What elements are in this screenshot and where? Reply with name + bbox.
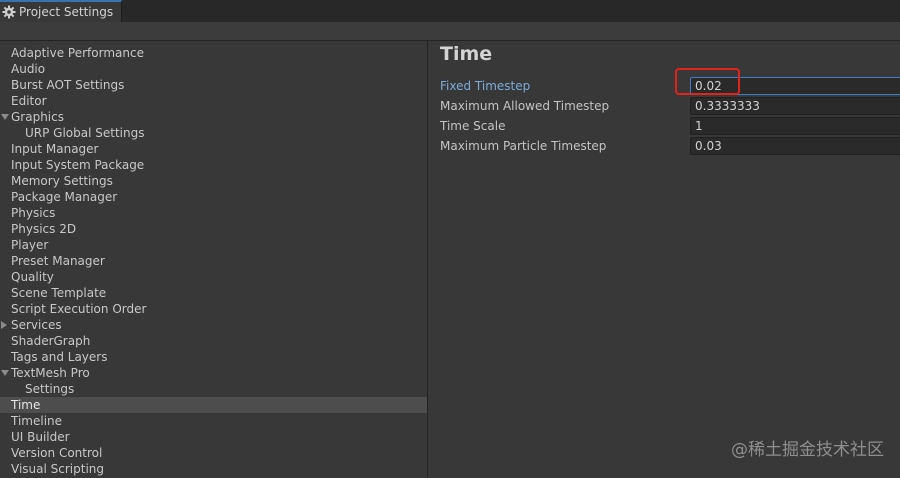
sidebar-item-label: Package Manager	[11, 190, 118, 204]
sidebar-item-label: Time	[11, 398, 41, 412]
sidebar-item-input-manager[interactable]: Input Manager	[0, 141, 427, 157]
sidebar-item-input-system-package[interactable]: Input System Package	[0, 157, 427, 173]
sidebar-item-physics-2d[interactable]: Physics 2D	[0, 221, 427, 237]
sidebar-item-settings[interactable]: Settings	[0, 381, 427, 397]
sidebar-item-label: ShaderGraph	[11, 334, 91, 348]
sidebar-item-shadergraph[interactable]: ShaderGraph	[0, 333, 427, 349]
sidebar-item-label: Script Execution Order	[11, 302, 147, 316]
sidebar-item-label: Burst AOT Settings	[11, 78, 125, 92]
sidebar-item-player[interactable]: Player	[0, 237, 427, 253]
sidebar-item-label: Memory Settings	[11, 174, 113, 188]
sidebar-item-label: Visual Scripting	[11, 462, 104, 476]
sidebar-item-label: Input System Package	[11, 158, 145, 172]
sidebar-item-label: Services	[11, 318, 62, 332]
maximum-particle-timestep-label: Maximum Particle Timestep	[440, 139, 607, 153]
tab-bar: Project Settings	[0, 0, 900, 23]
sidebar-item-label: Preset Manager	[11, 254, 105, 268]
settings-sidebar: Adaptive Performance Audio Burst AOT Setti…	[0, 41, 428, 478]
maximum-allowed-timestep-label: Maximum Allowed Timestep	[440, 99, 610, 113]
sidebar-item-label: Player	[11, 238, 49, 252]
sidebar-item-editor[interactable]: Editor	[0, 93, 427, 109]
sidebar-item-label: Input Manager	[11, 142, 99, 156]
sidebar-item-audio[interactable]: Audio	[0, 61, 427, 77]
sidebar-item-label: Tags and Layers	[11, 350, 108, 364]
sidebar-item-timeline[interactable]: Timeline	[0, 413, 427, 429]
sidebar-item-urp-global-settings[interactable]: URP Global Settings	[0, 125, 427, 141]
sidebar-item-graphics[interactable]: Graphics	[0, 109, 427, 125]
sidebar-item-adaptive-performance[interactable]: Adaptive Performance	[0, 45, 427, 61]
sidebar-item-scene-template[interactable]: Scene Template	[0, 285, 427, 301]
sidebar-item-label: Version Control	[11, 446, 103, 460]
sidebar-item-burst-aot-settings[interactable]: Burst AOT Settings	[0, 77, 427, 93]
time-scale-label: Time Scale	[440, 119, 506, 133]
sidebar-item-ui-builder[interactable]: UI Builder	[0, 429, 427, 445]
foldout-collapsed-icon[interactable]	[1, 321, 7, 329]
tab-bar-empty-area	[123, 0, 900, 22]
sidebar-item-label: Quality	[11, 270, 54, 284]
sidebar-item-time[interactable]: Time	[0, 397, 427, 413]
sidebar-item-label: Physics	[11, 206, 56, 220]
sidebar-item-label: Graphics	[11, 110, 64, 124]
settings-toolbar	[0, 22, 900, 41]
sidebar-item-label: TextMesh Pro	[11, 366, 90, 380]
sidebar-item-label: Timeline	[11, 414, 63, 428]
sidebar-item-memory-settings[interactable]: Memory Settings	[0, 173, 427, 189]
sidebar-item-package-manager[interactable]: Package Manager	[0, 189, 427, 205]
sidebar-item-quality[interactable]: Quality	[0, 269, 427, 285]
page-title: Time	[440, 43, 493, 65]
sidebar-item-script-execution-order[interactable]: Script Execution Order	[0, 301, 427, 317]
fixed-timestep-field[interactable]	[690, 77, 900, 95]
foldout-expanded-icon[interactable]	[1, 114, 9, 120]
settings-main-panel: Time Fixed Timestep Maximum Allowed Times…	[429, 41, 900, 478]
sidebar-item-physics[interactable]: Physics	[0, 205, 427, 221]
sidebar-item-label: Audio	[11, 62, 46, 76]
project-settings-window: Project Settings Adaptive Performance Aud…	[0, 0, 900, 478]
sidebar-item-preset-manager[interactable]: Preset Manager	[0, 253, 427, 269]
sidebar-item-version-control[interactable]: Version Control	[0, 445, 427, 461]
time-scale-field[interactable]	[690, 117, 900, 135]
sidebar-item-label: Adaptive Performance	[11, 46, 144, 60]
gear-icon	[2, 5, 16, 19]
sidebar-item-visual-scripting[interactable]: Visual Scripting	[0, 461, 427, 477]
maximum-allowed-timestep-field[interactable]	[690, 97, 900, 115]
fixed-timestep-label: Fixed Timestep	[440, 79, 531, 93]
sidebar-item-label: Editor	[11, 94, 47, 108]
foldout-expanded-icon[interactable]	[1, 370, 9, 376]
sidebar-item-textmesh-pro[interactable]: TextMesh Pro	[0, 365, 427, 381]
sidebar-item-label: Physics 2D	[11, 222, 77, 236]
sidebar-item-tags-and-layers[interactable]: Tags and Layers	[0, 349, 427, 365]
sidebar-item-label: URP Global Settings	[25, 126, 145, 140]
sidebar-item-label: Settings	[25, 382, 75, 396]
tab-title: Project Settings	[19, 5, 114, 19]
sidebar-item-label: Scene Template	[11, 286, 107, 300]
tab-project-settings[interactable]: Project Settings	[0, 0, 122, 22]
maximum-particle-timestep-field[interactable]	[690, 137, 900, 155]
sidebar-item-services[interactable]: Services	[0, 317, 427, 333]
sidebar-item-label: UI Builder	[11, 430, 70, 444]
watermark: @稀土掘金技术社区	[731, 440, 884, 460]
